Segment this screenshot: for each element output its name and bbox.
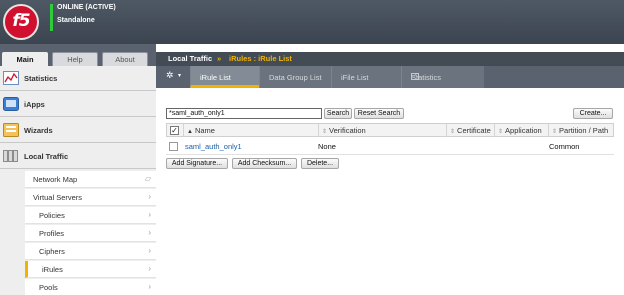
table-row: saml_auth_only1 None Common xyxy=(166,138,614,155)
sidebar-item-virtual-servers[interactable]: Virtual Servers › xyxy=(25,189,156,206)
reset-search-button[interactable]: Reset Search xyxy=(354,108,404,119)
sidebar-item-label: Network Map xyxy=(33,175,78,184)
tab-ifile-list[interactable]: iFile List xyxy=(331,66,401,88)
column-label: Verification xyxy=(329,126,366,135)
tab-statistics[interactable]: Statistics ↗ xyxy=(401,66,484,88)
sidebar-section-label: Statistics xyxy=(24,74,58,83)
column-partition-header[interactable]: ⇕ Partition / Path xyxy=(548,124,614,137)
sort-icon: ⇕ xyxy=(322,129,328,135)
chevron-right-icon: › xyxy=(148,192,151,201)
breadcrumb-separator: » xyxy=(217,54,222,63)
chevron-down-icon[interactable]: ▾ xyxy=(178,72,181,79)
iapps-icon xyxy=(3,97,19,111)
status-online-text: ONLINE (ACTIVE) xyxy=(57,4,116,11)
column-verification-header[interactable]: ⇕ Verification xyxy=(318,124,446,137)
wizards-icon xyxy=(3,123,19,137)
sidebar-item-irules[interactable]: iRules › xyxy=(25,261,156,278)
f5-logo: f5 xyxy=(3,4,39,40)
add-signature-button[interactable]: Add Signature... xyxy=(166,158,228,169)
sidebar-item-label: Virtual Servers xyxy=(33,193,83,202)
row-checkbox[interactable] xyxy=(169,142,178,151)
sidebar-section-iapps[interactable]: iApps xyxy=(0,92,156,117)
sidebar-tabs: Main Help About xyxy=(0,44,156,66)
tab-main[interactable]: Main xyxy=(2,52,48,66)
sidebar-item-label: Policies xyxy=(39,211,65,220)
add-checksum-button[interactable]: Add Checksum... xyxy=(232,158,297,169)
sidebar-item-network-map[interactable]: Network Map ▱ xyxy=(25,171,156,188)
chevron-right-icon: › xyxy=(148,282,151,291)
page-title-bar: Local Traffic » iRules : iRule List xyxy=(156,52,624,66)
sidebar-item-profiles[interactable]: Profiles › xyxy=(25,225,156,242)
search-button[interactable]: Search xyxy=(324,108,352,119)
search-input[interactable] xyxy=(166,108,322,119)
chevron-right-icon: › xyxy=(148,246,151,255)
sidebar-item-ciphers[interactable]: Ciphers › xyxy=(25,243,156,260)
tab-data-group-list[interactable]: Data Group List xyxy=(259,66,331,88)
chevron-right-icon: › xyxy=(148,228,151,237)
tab-label: iFile List xyxy=(341,73,369,82)
sidebar-item-label: iRules xyxy=(42,265,63,274)
column-label: Name xyxy=(194,126,215,135)
verification-cell: None xyxy=(318,142,336,151)
irule-name-link[interactable]: saml_auth_only1 xyxy=(185,142,242,151)
top-header: f5 ONLINE (ACTIVE) Standalone xyxy=(0,0,624,44)
sidebar-section-label: Wizards xyxy=(24,126,53,135)
column-name-header[interactable]: ▲ Name xyxy=(183,124,318,137)
page-title: iRules : iRule List xyxy=(229,54,292,63)
column-certificate-header[interactable]: ⇕ Certificate xyxy=(446,124,494,137)
sidebar-section-label: iApps xyxy=(24,100,45,109)
subtab-bar: ✲ ▾ iRule List Data Group List iFile Lis… xyxy=(156,66,624,88)
statistics-icon xyxy=(3,71,19,85)
popout-icon: ▱ xyxy=(144,174,151,183)
sidebar-item-label: Profiles xyxy=(39,229,65,238)
sort-icon: ⇕ xyxy=(498,129,504,135)
status-indicator xyxy=(50,4,53,31)
table-header: ✓ ▲ Name ⇕ Verification ⇕ Certificate ⇕ Appl… xyxy=(166,123,614,137)
sidebar-item-label: Ciphers xyxy=(39,247,65,256)
tab-help[interactable]: Help xyxy=(52,52,98,66)
column-label: Application xyxy=(505,126,542,135)
tab-irule-list[interactable]: iRule List xyxy=(190,66,259,88)
sidebar-section-label: Local Traffic xyxy=(24,152,69,161)
partition-cell: Common xyxy=(549,142,580,151)
select-all-checkbox[interactable]: ✓ xyxy=(170,126,179,135)
popout-icon: ↗ xyxy=(411,73,419,80)
sidebar-section-wizards[interactable]: Wizards xyxy=(0,118,156,143)
status-standalone-text: Standalone xyxy=(57,17,95,24)
create-button[interactable]: Create... xyxy=(573,108,613,119)
breadcrumb-section[interactable]: Local Traffic xyxy=(168,54,212,63)
column-label: Certificate xyxy=(457,126,491,135)
sort-ascending-icon: ▲ xyxy=(187,129,193,135)
chevron-right-icon: › xyxy=(148,210,151,219)
sidebar-item-label: Pools xyxy=(39,283,58,292)
chevron-right-icon: › xyxy=(148,264,151,273)
sidebar: Main Help About Statistics iApps Wizards… xyxy=(0,44,156,295)
sort-icon: ⇕ xyxy=(552,129,558,135)
sort-icon: ⇕ xyxy=(450,129,456,135)
sidebar-section-statistics[interactable]: Statistics xyxy=(0,66,156,91)
tab-label: Data Group List xyxy=(269,73,322,82)
column-label: Partition / Path xyxy=(559,126,609,135)
sidebar-item-policies[interactable]: Policies › xyxy=(25,207,156,224)
local-traffic-icon xyxy=(3,149,19,163)
delete-button[interactable]: Delete... xyxy=(301,158,339,169)
tab-about[interactable]: About xyxy=(102,52,148,66)
column-application-header[interactable]: ⇕ Application xyxy=(494,124,548,137)
sidebar-item-pools[interactable]: Pools › xyxy=(25,279,156,295)
tab-label: iRule List xyxy=(200,73,231,82)
gear-icon[interactable]: ✲ xyxy=(166,70,174,81)
sidebar-section-local-traffic[interactable]: Local Traffic xyxy=(0,144,156,169)
